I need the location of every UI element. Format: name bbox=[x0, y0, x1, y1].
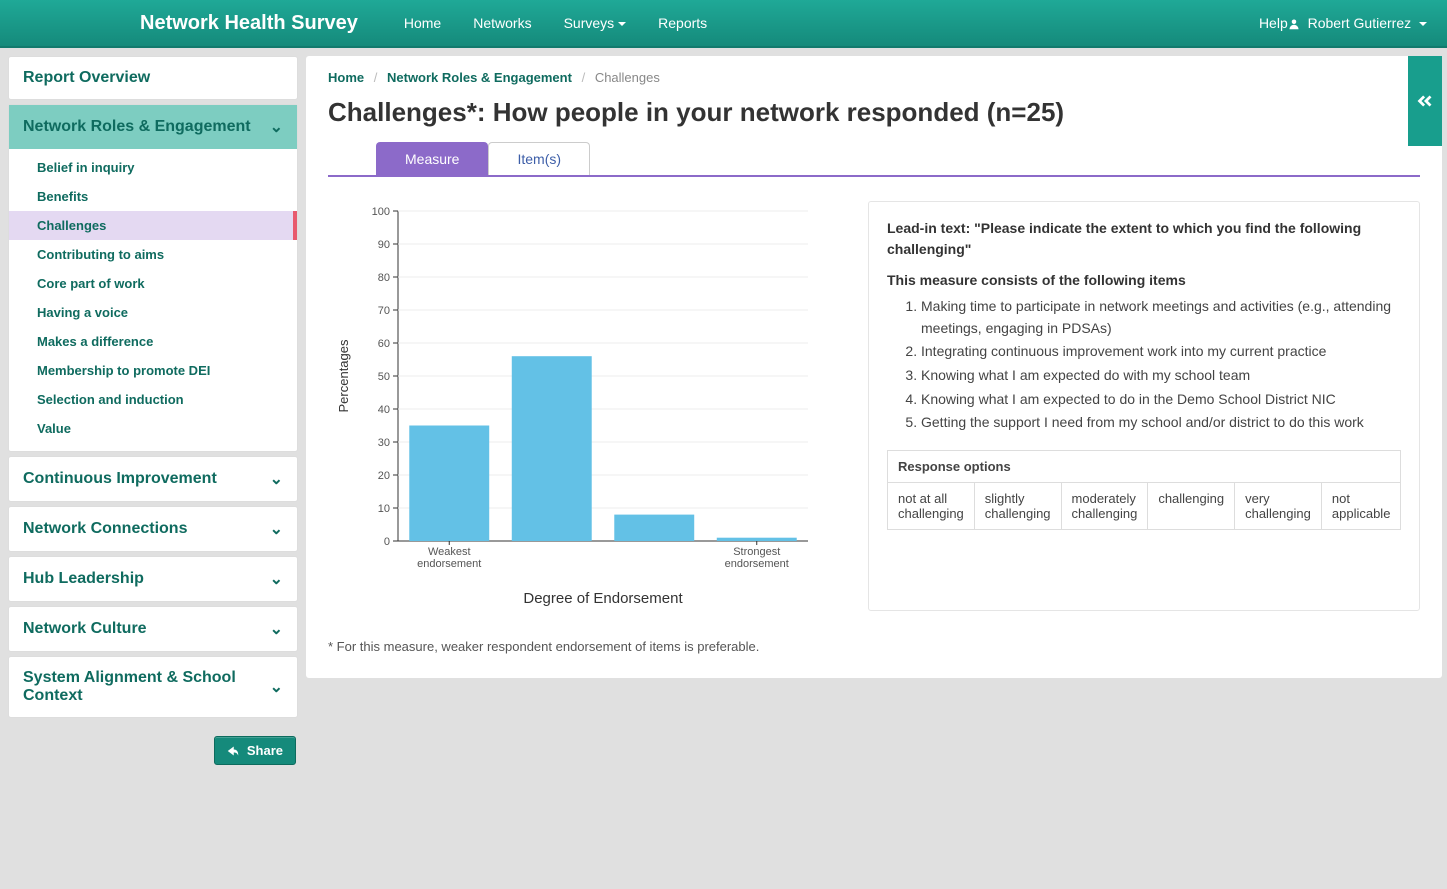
sidebar-item-selection-and-induction[interactable]: Selection and induction bbox=[9, 385, 297, 414]
tab-measure[interactable]: Measure bbox=[376, 142, 488, 175]
sidebar-section-culture[interactable]: Network Culture⌄ bbox=[8, 606, 298, 652]
top-navbar: Network Health Survey Home Networks Surv… bbox=[0, 0, 1447, 48]
sidebar-section-roles: Network Roles & Engagement ⌄ Belief in i… bbox=[8, 104, 298, 452]
response-options-header: Response options bbox=[888, 451, 1401, 483]
chart-bar bbox=[717, 538, 797, 541]
nav-networks[interactable]: Networks bbox=[457, 1, 547, 45]
breadcrumb-section[interactable]: Network Roles & Engagement bbox=[387, 70, 572, 85]
sidebar: Report Overview Network Roles & Engageme… bbox=[8, 56, 298, 765]
chart-container: 0102030405060708090100Weakestendorsement… bbox=[328, 201, 848, 611]
svg-text:Strongest: Strongest bbox=[733, 546, 780, 558]
svg-text:endorsement: endorsement bbox=[417, 558, 481, 570]
chevron-down-icon: ⌄ bbox=[270, 619, 283, 639]
response-option: not applicable bbox=[1321, 483, 1401, 530]
collapse-panel-handle[interactable] bbox=[1408, 56, 1442, 146]
tab-bar: Measure Item(s) bbox=[328, 142, 1420, 177]
sidebar-item-core-part-of-work[interactable]: Core part of work bbox=[9, 269, 297, 298]
caret-down-icon bbox=[618, 22, 626, 26]
svg-text:Degree of Endorsement: Degree of Endorsement bbox=[523, 590, 683, 607]
svg-text:40: 40 bbox=[378, 404, 390, 416]
measure-item: Making time to participate in network me… bbox=[921, 296, 1401, 339]
svg-text:endorsement: endorsement bbox=[725, 558, 789, 570]
sidebar-item-membership-to-promote-dei[interactable]: Membership to promote DEI bbox=[9, 356, 297, 385]
sidebar-section-roles-header[interactable]: Network Roles & Engagement ⌄ bbox=[9, 105, 297, 149]
sidebar-item-contributing-to-aims[interactable]: Contributing to aims bbox=[9, 240, 297, 269]
caret-down-icon bbox=[1419, 22, 1427, 26]
chevron-down-icon: ⌄ bbox=[270, 519, 283, 539]
measure-item-list: Making time to participate in network me… bbox=[887, 296, 1401, 434]
footnote: * For this measure, weaker respondent en… bbox=[328, 639, 1420, 654]
nav-home[interactable]: Home bbox=[388, 1, 457, 45]
response-option: slightly challenging bbox=[974, 483, 1061, 530]
breadcrumb-home[interactable]: Home bbox=[328, 70, 364, 85]
response-option: very challenging bbox=[1235, 483, 1322, 530]
svg-text:60: 60 bbox=[378, 338, 390, 350]
chevrons-left-icon bbox=[1414, 90, 1436, 112]
svg-text:100: 100 bbox=[372, 206, 390, 218]
measure-item: Getting the support I need from my schoo… bbox=[921, 412, 1401, 434]
response-option: challenging bbox=[1148, 483, 1235, 530]
chevron-down-icon: ⌄ bbox=[270, 569, 283, 589]
svg-text:50: 50 bbox=[378, 371, 390, 383]
breadcrumb-current: Challenges bbox=[595, 70, 660, 85]
measure-info-panel: Lead-in text: "Please indicate the exten… bbox=[868, 201, 1420, 611]
sidebar-section-hub[interactable]: Hub Leadership⌄ bbox=[8, 556, 298, 602]
response-options-table: Response options not at all challengings… bbox=[887, 450, 1401, 530]
svg-text:20: 20 bbox=[378, 470, 390, 482]
items-stem: This measure consists of the following i… bbox=[887, 272, 1401, 288]
user-icon bbox=[1288, 18, 1300, 30]
nav-surveys[interactable]: Surveys bbox=[548, 1, 643, 45]
svg-text:Weakest: Weakest bbox=[428, 546, 471, 558]
chevron-down-icon: ⌄ bbox=[270, 469, 283, 489]
svg-text:90: 90 bbox=[378, 239, 390, 251]
share-arrow-icon bbox=[227, 745, 239, 757]
brand-title: Network Health Survey bbox=[140, 12, 358, 35]
measure-item: Knowing what I am expected do with my sc… bbox=[921, 365, 1401, 387]
sidebar-item-having-a-voice[interactable]: Having a voice bbox=[9, 298, 297, 327]
measure-item: Integrating continuous improvement work … bbox=[921, 341, 1401, 363]
svg-text:Percentages: Percentages bbox=[336, 339, 351, 412]
measure-item: Knowing what I am expected to do in the … bbox=[921, 389, 1401, 411]
share-button[interactable]: Share bbox=[214, 736, 296, 765]
page-title: Challenges*: How people in your network … bbox=[328, 97, 1420, 128]
endorsement-bar-chart: 0102030405060708090100Weakestendorsement… bbox=[328, 201, 828, 611]
nav-user-menu[interactable]: Robert Gutierrez bbox=[1288, 15, 1427, 31]
sidebar-item-benefits[interactable]: Benefits bbox=[9, 182, 297, 211]
chart-bar bbox=[512, 356, 592, 541]
chart-bar bbox=[409, 426, 489, 542]
sidebar-section-improvement[interactable]: Continuous Improvement⌄ bbox=[8, 456, 298, 502]
breadcrumb: Home / Network Roles & Engagement / Chal… bbox=[328, 70, 1420, 85]
nav-links: Home Networks Surveys Reports bbox=[388, 1, 723, 45]
tab-items[interactable]: Item(s) bbox=[488, 142, 590, 175]
sidebar-item-belief-in-inquiry[interactable]: Belief in inquiry bbox=[9, 153, 297, 182]
svg-text:0: 0 bbox=[384, 536, 390, 548]
svg-text:70: 70 bbox=[378, 305, 390, 317]
chevron-down-icon: ⌄ bbox=[270, 117, 283, 137]
sidebar-section-system[interactable]: System Alignment & School Context⌄ bbox=[8, 656, 298, 718]
sidebar-item-challenges[interactable]: Challenges bbox=[9, 211, 297, 240]
svg-text:10: 10 bbox=[378, 503, 390, 515]
sidebar-item-value[interactable]: Value bbox=[9, 414, 297, 443]
response-option: moderately challenging bbox=[1061, 483, 1148, 530]
svg-text:30: 30 bbox=[378, 437, 390, 449]
nav-reports[interactable]: Reports bbox=[642, 1, 723, 45]
sidebar-overview[interactable]: Report Overview bbox=[8, 56, 298, 100]
sidebar-item-makes-a-difference[interactable]: Makes a difference bbox=[9, 327, 297, 356]
sidebar-section-connections[interactable]: Network Connections⌄ bbox=[8, 506, 298, 552]
lead-in-text: Lead-in text: "Please indicate the exten… bbox=[887, 218, 1401, 260]
chart-bar bbox=[614, 515, 694, 541]
main-content: Home / Network Roles & Engagement / Chal… bbox=[306, 56, 1442, 678]
nav-help[interactable]: Help bbox=[1259, 15, 1288, 31]
chevron-down-icon: ⌄ bbox=[270, 677, 283, 697]
response-option: not at all challenging bbox=[888, 483, 975, 530]
svg-text:80: 80 bbox=[378, 272, 390, 284]
